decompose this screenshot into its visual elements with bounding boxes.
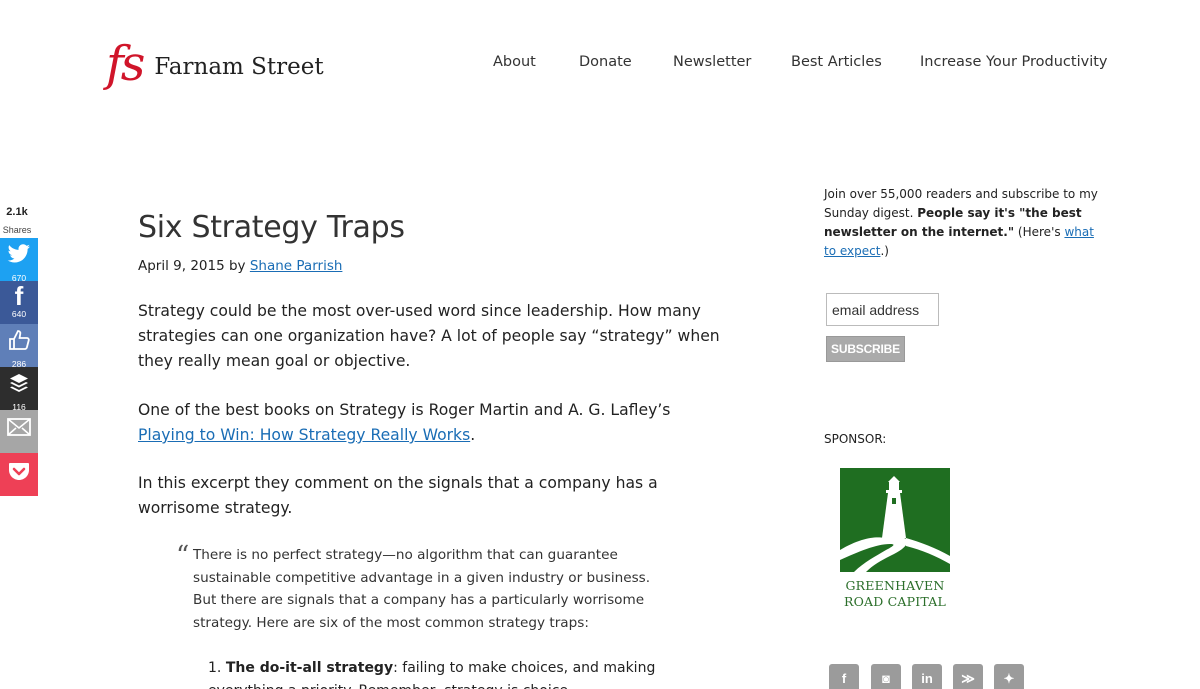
paragraph-2-end: . — [470, 426, 476, 444]
byline-by: by — [228, 258, 246, 274]
article-paragraph-1: Strategy could be the most over-used wor… — [138, 302, 720, 370]
pocket-icon — [0, 453, 38, 489]
sponsor-name-line-2: ROAD CAPITAL — [843, 594, 946, 609]
book-link[interactable]: Playing to Win: How Strategy Really Work… — [138, 426, 470, 444]
like-share-button[interactable]: 286 — [0, 324, 38, 369]
sponsor-logo[interactable] — [840, 468, 950, 576]
twitter-social-button[interactable]: ✦ — [994, 664, 1024, 689]
buffer-share-button[interactable]: 116 — [0, 367, 38, 412]
paragraph-2-text: One of the best books on Strategy is Rog… — [138, 401, 671, 419]
nav-about[interactable]: About — [493, 54, 536, 70]
author-link[interactable]: Shane Parrish — [250, 258, 343, 274]
sponsor-name: GREENHAVEN ROAD CAPITAL — [831, 578, 959, 610]
pocket-share-button[interactable] — [0, 453, 38, 496]
rss-social-button[interactable]: ≫ — [953, 664, 983, 689]
article-byline: April 9, 2015 by Shane Parrish — [138, 258, 342, 274]
sponsor-label: SPONSOR: — [824, 432, 887, 446]
subscribe-button[interactable]: SUBSCRIBE — [826, 336, 905, 362]
email-share-button[interactable] — [0, 410, 38, 453]
instagram-icon: ◙ — [882, 671, 890, 686]
email-field[interactable] — [826, 293, 939, 326]
article-blockquote: There is no perfect strategy—no algorith… — [193, 547, 651, 631]
site-name: Farnam Street — [154, 54, 324, 80]
facebook-share-button[interactable]: f 640 — [0, 281, 38, 324]
linkedin-social-button[interactable]: in — [912, 664, 942, 689]
twitter-icon: ✦ — [1003, 671, 1015, 686]
facebook-icon: f — [841, 671, 847, 686]
list-item-title: The do-it-all strategy — [225, 660, 394, 676]
article-title: Six Strategy Traps — [138, 210, 405, 245]
nav-newsletter[interactable]: Newsletter — [673, 54, 751, 70]
logo-mark: fs — [106, 36, 145, 92]
twitter-share-button[interactable]: 670 — [0, 238, 38, 283]
email-icon — [0, 410, 38, 444]
signup-end: .) — [880, 244, 889, 258]
article-date: April 9, 2015 — [138, 258, 225, 274]
list-number: 1. — [208, 660, 222, 676]
sponsor-name-line-1: GREENHAVEN — [845, 578, 945, 593]
article-paragraph-3: In this excerpt they comment on the sign… — [138, 474, 658, 517]
linkedin-icon: in — [921, 671, 933, 686]
nav-increase-productivity[interactable]: Increase Your Productivity — [920, 54, 1108, 70]
lighthouse-icon — [840, 468, 950, 572]
newsletter-signup-text: Join over 55,000 readers and subscribe t… — [824, 185, 1102, 261]
facebook-social-button[interactable]: f — [829, 664, 859, 689]
like-icon — [0, 324, 38, 359]
facebook-icon: f — [14, 281, 24, 311]
buffer-icon — [0, 367, 38, 402]
article-paragraph-2: One of the best books on Strategy is Rog… — [138, 398, 728, 448]
share-label: Shares — [2, 225, 32, 235]
twitter-icon — [0, 238, 38, 273]
instagram-social-button[interactable]: ◙ — [871, 664, 901, 689]
signup-here: (Here's — [1014, 225, 1065, 239]
rss-icon: ≫ — [961, 671, 975, 686]
nav-best-articles[interactable]: Best Articles — [791, 54, 882, 70]
facebook-share-count: 640 — [11, 309, 27, 319]
share-total: 2.1k — [6, 206, 28, 218]
site-logo[interactable]: fs Farnam Street — [106, 40, 324, 88]
quote-mark-icon: “ — [176, 541, 190, 571]
nav-donate[interactable]: Donate — [579, 54, 632, 70]
list-item: 1. The do-it-all strategy: failing to ma… — [208, 657, 678, 689]
